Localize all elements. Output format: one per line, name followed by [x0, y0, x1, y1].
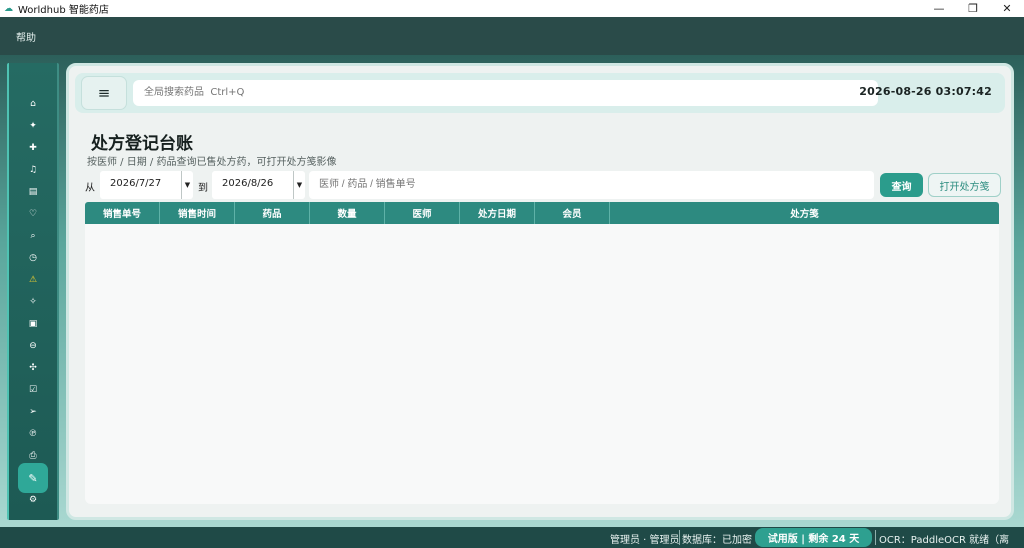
status-database: 数据库：已加密: [682, 535, 752, 546]
send-icon[interactable]: ➢: [9, 403, 57, 421]
status-divider: [679, 530, 680, 545]
restore-button[interactable]: ❐: [956, 0, 990, 17]
to-date-value: 2026/8/26: [222, 178, 274, 189]
to-label: 到: [198, 183, 208, 194]
prescription-table: 销售单号 销售时间 药品 数量 医师 处方日期 会员 处方笺: [85, 202, 999, 504]
box-icon[interactable]: ▣: [9, 315, 57, 333]
clock-icon[interactable]: ◷: [9, 249, 57, 267]
edit-icon[interactable]: ☑: [9, 381, 57, 399]
menu-bar: 帮助: [0, 17, 1024, 55]
table-header: 销售单号 销售时间 药品 数量 医师 处方日期 会员 处方笺: [85, 202, 999, 224]
column-header-prescription[interactable]: 处方笺: [610, 202, 999, 224]
query-button[interactable]: 查询: [880, 173, 923, 197]
column-header-prescription-date[interactable]: 处方日期: [460, 202, 535, 224]
column-header-quantity[interactable]: 数量: [310, 202, 385, 224]
star-icon[interactable]: ✧: [9, 293, 57, 311]
page-subtitle: 按医师 / 日期 / 药品查询已售处方药，可打开处方笺影像: [87, 157, 337, 168]
from-date-value: 2026/7/27: [110, 178, 162, 189]
status-bar: 管理员 · 管理员 数据库：已加密 试用版 | 剩余 24 天 OCR：Padd…: [0, 527, 1024, 548]
status-divider: [875, 530, 876, 545]
to-date-picker[interactable]: 2026/8/26 ▼: [212, 171, 305, 199]
sidebar: ⌂ ✦ ✚ ♫ ▤ ♡ ⌕ ◷ ⚠ ✧ ▣ ⊖ ✣ ☑ ➢ ℗ ⎙ ✎ ⚙: [7, 63, 59, 520]
chevron-down-icon[interactable]: ▼: [181, 171, 193, 199]
column-header-doctor[interactable]: 医师: [385, 202, 460, 224]
top-bar: ≡ 2026-08-26 03:07:42: [75, 73, 1005, 113]
prescription-icon[interactable]: ℗: [9, 425, 57, 443]
trial-badge[interactable]: 试用版 | 剩余 24 天: [755, 528, 872, 547]
prescription-ledger-icon[interactable]: ✎: [18, 463, 48, 493]
column-header-drug[interactable]: 药品: [235, 202, 310, 224]
from-date-picker[interactable]: 2026/7/27 ▼: [100, 171, 193, 199]
open-prescription-button[interactable]: 打开处方笺: [928, 173, 1001, 197]
column-header-sale-time[interactable]: 销售时间: [160, 202, 235, 224]
window-title: Worldhub 智能药店: [18, 5, 109, 16]
filter-bar: 从 2026/7/27 ▼ 到 2026/8/26 ▼ 查询 打开处方笺: [84, 171, 1002, 199]
keyword-search-input[interactable]: [309, 171, 874, 199]
global-search-input[interactable]: [133, 80, 878, 106]
title-bar: ☁ Worldhub 智能药店 — ❐ ✕: [0, 0, 1024, 17]
status-ocr: OCR：PaddleOCR 就绪（离线）: [879, 535, 1010, 546]
window-controls: — ❐ ✕: [922, 0, 1024, 17]
column-header-member[interactable]: 会员: [535, 202, 610, 224]
clipboard-icon[interactable]: ▤: [9, 183, 57, 201]
app-logo-icon: ☁: [4, 3, 13, 14]
pill-icon[interactable]: ⊖: [9, 337, 57, 355]
home-icon[interactable]: ⌂: [9, 95, 57, 113]
heart-icon[interactable]: ♡: [9, 205, 57, 223]
plus-icon[interactable]: ✚: [9, 139, 57, 157]
bell-icon[interactable]: ♫: [9, 161, 57, 179]
status-user: 管理员 · 管理员: [610, 535, 680, 546]
hamburger-menu-button[interactable]: ≡: [81, 76, 127, 110]
warning-icon[interactable]: ⚠: [9, 271, 57, 289]
search-icon[interactable]: ⌕: [9, 227, 57, 245]
column-header-sale-no[interactable]: 销售单号: [85, 202, 160, 224]
from-label: 从: [85, 183, 95, 194]
gear-icon[interactable]: ✣: [9, 359, 57, 377]
chevron-down-icon[interactable]: ▼: [293, 171, 305, 199]
main-panel: ≡ 2026-08-26 03:07:42 处方登记台账 按医师 / 日期 / …: [66, 63, 1014, 520]
datetime-display: 2026-08-26 03:07:42: [859, 85, 992, 98]
settings-icon[interactable]: ⚙: [9, 491, 57, 509]
menu-help[interactable]: 帮助: [16, 29, 36, 44]
close-button[interactable]: ✕: [990, 0, 1024, 17]
page-title: 处方登记台账: [91, 134, 193, 154]
minimize-button[interactable]: —: [922, 0, 956, 17]
sparkle-icon[interactable]: ✦: [9, 117, 57, 135]
